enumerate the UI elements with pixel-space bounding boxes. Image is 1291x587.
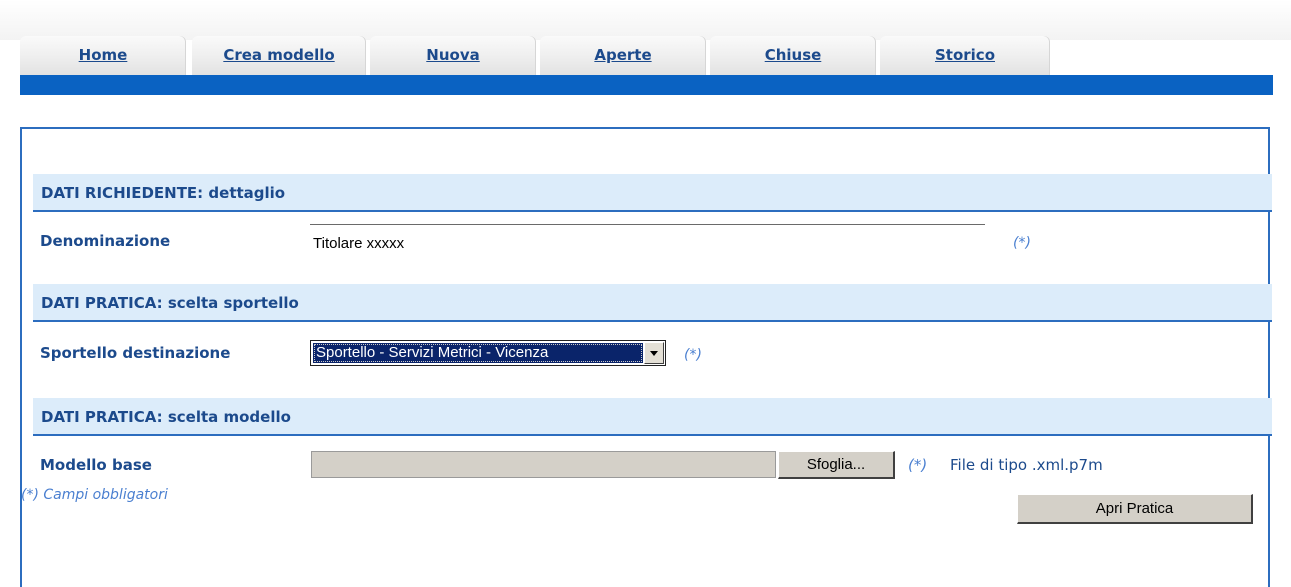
tab-nuova[interactable]: Nuova: [370, 36, 536, 75]
sportello-required-marker: (*): [684, 347, 702, 363]
tab-crea-modello-label[interactable]: Crea modello: [223, 46, 334, 64]
browse-button[interactable]: Sfoglia...: [778, 451, 895, 479]
required-fields-note: (*) Campi obbligatori: [21, 487, 168, 503]
section-header-modello: DATI PRATICA: scelta modello: [33, 398, 1272, 436]
denominazione-input[interactable]: [310, 224, 985, 256]
tab-storico[interactable]: Storico: [880, 36, 1050, 75]
tab-nuova-label[interactable]: Nuova: [426, 46, 479, 64]
modello-label: Modello base: [40, 456, 152, 474]
section-title-modello: DATI PRATICA: scelta modello: [41, 408, 291, 426]
chevron-down-icon: [650, 350, 658, 356]
section-header-richiedente: DATI RICHIEDENTE: dettaglio: [33, 174, 1272, 212]
sportello-select[interactable]: Sportello - Servizi Metrici - Vicenza: [310, 340, 666, 366]
denominazione-label: Denominazione: [40, 232, 171, 250]
modello-required-marker: (*): [908, 456, 928, 474]
tab-aperte[interactable]: Aperte: [540, 36, 706, 75]
modello-file-path-input[interactable]: [311, 451, 776, 478]
section-title-sportello: DATI PRATICA: scelta sportello: [41, 294, 299, 312]
header-background: [0, 0, 1291, 40]
denominazione-required-marker: (*): [1013, 235, 1031, 251]
tab-aperte-label[interactable]: Aperte: [594, 46, 651, 64]
modello-file-type-hint: File di tipo .xml.p7m: [950, 456, 1103, 474]
sportello-selected-value[interactable]: Sportello - Servizi Metrici - Vicenza: [313, 343, 643, 363]
nav-underline-bar: [20, 75, 1273, 95]
tab-home-label[interactable]: Home: [79, 46, 128, 64]
apri-pratica-button[interactable]: Apri Pratica: [1017, 494, 1253, 524]
tab-chiuse-label[interactable]: Chiuse: [765, 46, 822, 64]
section-header-sportello: DATI PRATICA: scelta sportello: [33, 284, 1272, 322]
sportello-label: Sportello destinazione: [40, 344, 231, 362]
tab-chiuse[interactable]: Chiuse: [710, 36, 876, 75]
tab-crea-modello[interactable]: Crea modello: [192, 36, 366, 75]
dropdown-arrow-button[interactable]: [644, 342, 664, 364]
section-title-richiedente: DATI RICHIEDENTE: dettaglio: [41, 184, 286, 202]
tab-home[interactable]: Home: [20, 36, 186, 75]
tab-storico-label[interactable]: Storico: [935, 46, 995, 64]
